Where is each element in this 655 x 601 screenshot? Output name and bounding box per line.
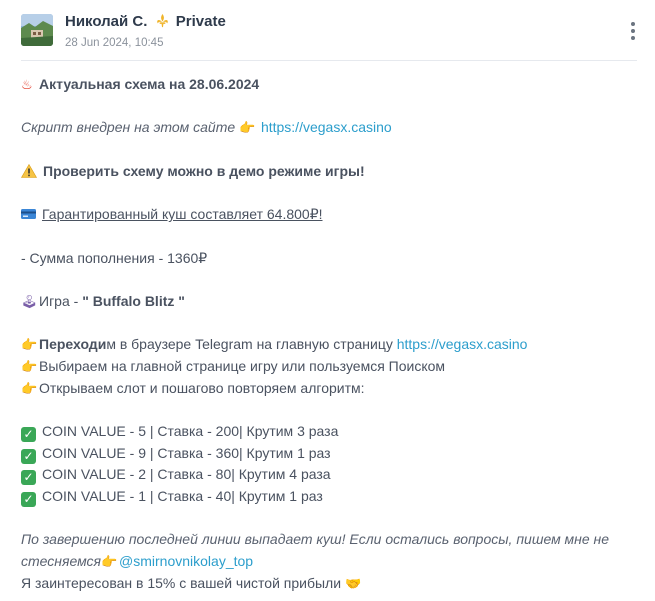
line-deposit: - Сумма пополнения - 1360₽ [21,249,208,266]
pointing-hand-icon: 👉 [101,555,118,571]
check-mark-icon: ✓ [21,492,36,508]
check-mark-icon: ✓ [21,448,36,464]
line-footer-1: По завершению последней линии выпадает к… [21,531,610,548]
line-guaranteed: Гарантированный куш составляет 64.800₽! [21,204,641,226]
line-game: 🕹Игра - " Buffalo Blitz " [21,291,641,313]
step-item: ✓ COIN VALUE - 5 | Ставка - 200| Крутим 3… [21,421,641,443]
open-slot-text: Открываем слот и пошагово повторяем алго… [39,379,365,396]
demo-check-text: Проверить схему можно в демо режиме игры… [43,162,365,179]
header-divider [21,60,637,61]
line-go-telegram: 👉 Переходим в браузере Telegram на главну… [21,334,641,356]
line-scheme-title: ♨ Актуальная схема на 28.06.2024 [21,74,641,96]
hot-springs-icon: ♨ [21,78,33,93]
game-prefix: Игра - [39,292,83,309]
pointing-hand-icon: 👉 [21,381,38,397]
post-card: Николай С. Private 28 Jun 2024, 10:45 ♨ А… [0,0,655,601]
post-header: Николай С. Private 28 Jun 2024, 10:45 [0,0,655,60]
mention-link[interactable]: @smirnovnikolay_top [119,553,253,569]
site-link-1[interactable]: https://vegasx.casino [261,119,392,135]
pointing-hand-icon: 👉 [21,338,38,354]
vertical-dots-icon[interactable] [626,22,640,42]
step-item: ✓ COIN VALUE - 2 | Ставка - 80| Крутим 4 … [21,464,641,486]
credit-card-icon [21,204,36,220]
post-date: 28 Jun 2024, 10:45 [65,37,164,49]
scheme-title-text: Актуальная схема на 28.06.2024 [39,76,260,92]
handshake-icon: 🤝 [344,576,362,592]
check-mark-icon: ✓ [21,427,36,442]
step-item: ✓ COIN VALUE - 1 | Ставка - 40| Крутим 1 … [21,486,641,508]
go-bold-text: Переходи [39,336,107,353]
landscape-avatar-icon [21,14,53,46]
author-line: Николай С. Private [65,13,226,32]
check-mark-icon: ✓ [21,470,36,486]
author-name[interactable]: Николай С. [65,13,147,30]
step-text: COIN VALUE - 2 | Ставка - 80| Крутим 4 р… [42,466,331,483]
game-name: " Buffalo Blitz " [82,292,185,309]
pointing-hand-icon: 👉 [239,121,256,137]
site-link-2[interactable]: https://vegasx.casino [397,336,528,352]
footer-shy-text: стесняемся [21,553,102,570]
step-text: COIN VALUE - 5 | Ставка - 200| Крутим 3 … [42,423,339,439]
step-item: ✓ COIN VALUE - 9 | Ставка - 360| Крутим 1… [21,443,641,465]
profit-text: Я заинтересован в 15% с вашей чистой при… [21,574,345,591]
line-choose-game: 👉 Выбираем на главной странице игру или п… [21,356,641,378]
step-text: COIN VALUE - 9 | Ставка - 360| Крутим 1 … [42,444,331,461]
joystick-icon: 🕹 [21,294,38,310]
line-open-slot: 👉 Открываем слот и пошагово повторяем алг… [21,378,641,400]
pointing-hand-icon: 👉 [21,359,38,375]
author-avatar[interactable] [21,14,53,46]
line-demo-check: Проверить схему можно в демо режиме игры… [20,161,641,185]
go-text: м в браузере Telegram на главную страниц… [106,336,397,353]
warning-icon [20,163,38,185]
fleur-de-lis-icon [155,13,170,32]
guaranteed-text: Гарантированный куш составляет 64.800₽! [42,206,323,223]
post-body: ♨ Актуальная схема на 28.06.2024 Скрипт в… [20,74,641,595]
choose-game-text: Выбираем на главной странице игру или по… [39,357,446,374]
script-text: Скрипт внедрен на этом сайте [21,119,240,136]
line-script-site: Скрипт внедрен на этом сайте 👉 https://v… [21,117,641,139]
line-footer-2: стесняемся👉 @smirnovnikolay_top [21,551,641,573]
privacy-badge: Private [175,13,226,30]
line-footer-3: Я заинтересован в 15% с вашей чистой при… [21,573,641,595]
step-text: COIN VALUE - 1 | Ставка - 40| Крутим 1 р… [42,488,323,505]
